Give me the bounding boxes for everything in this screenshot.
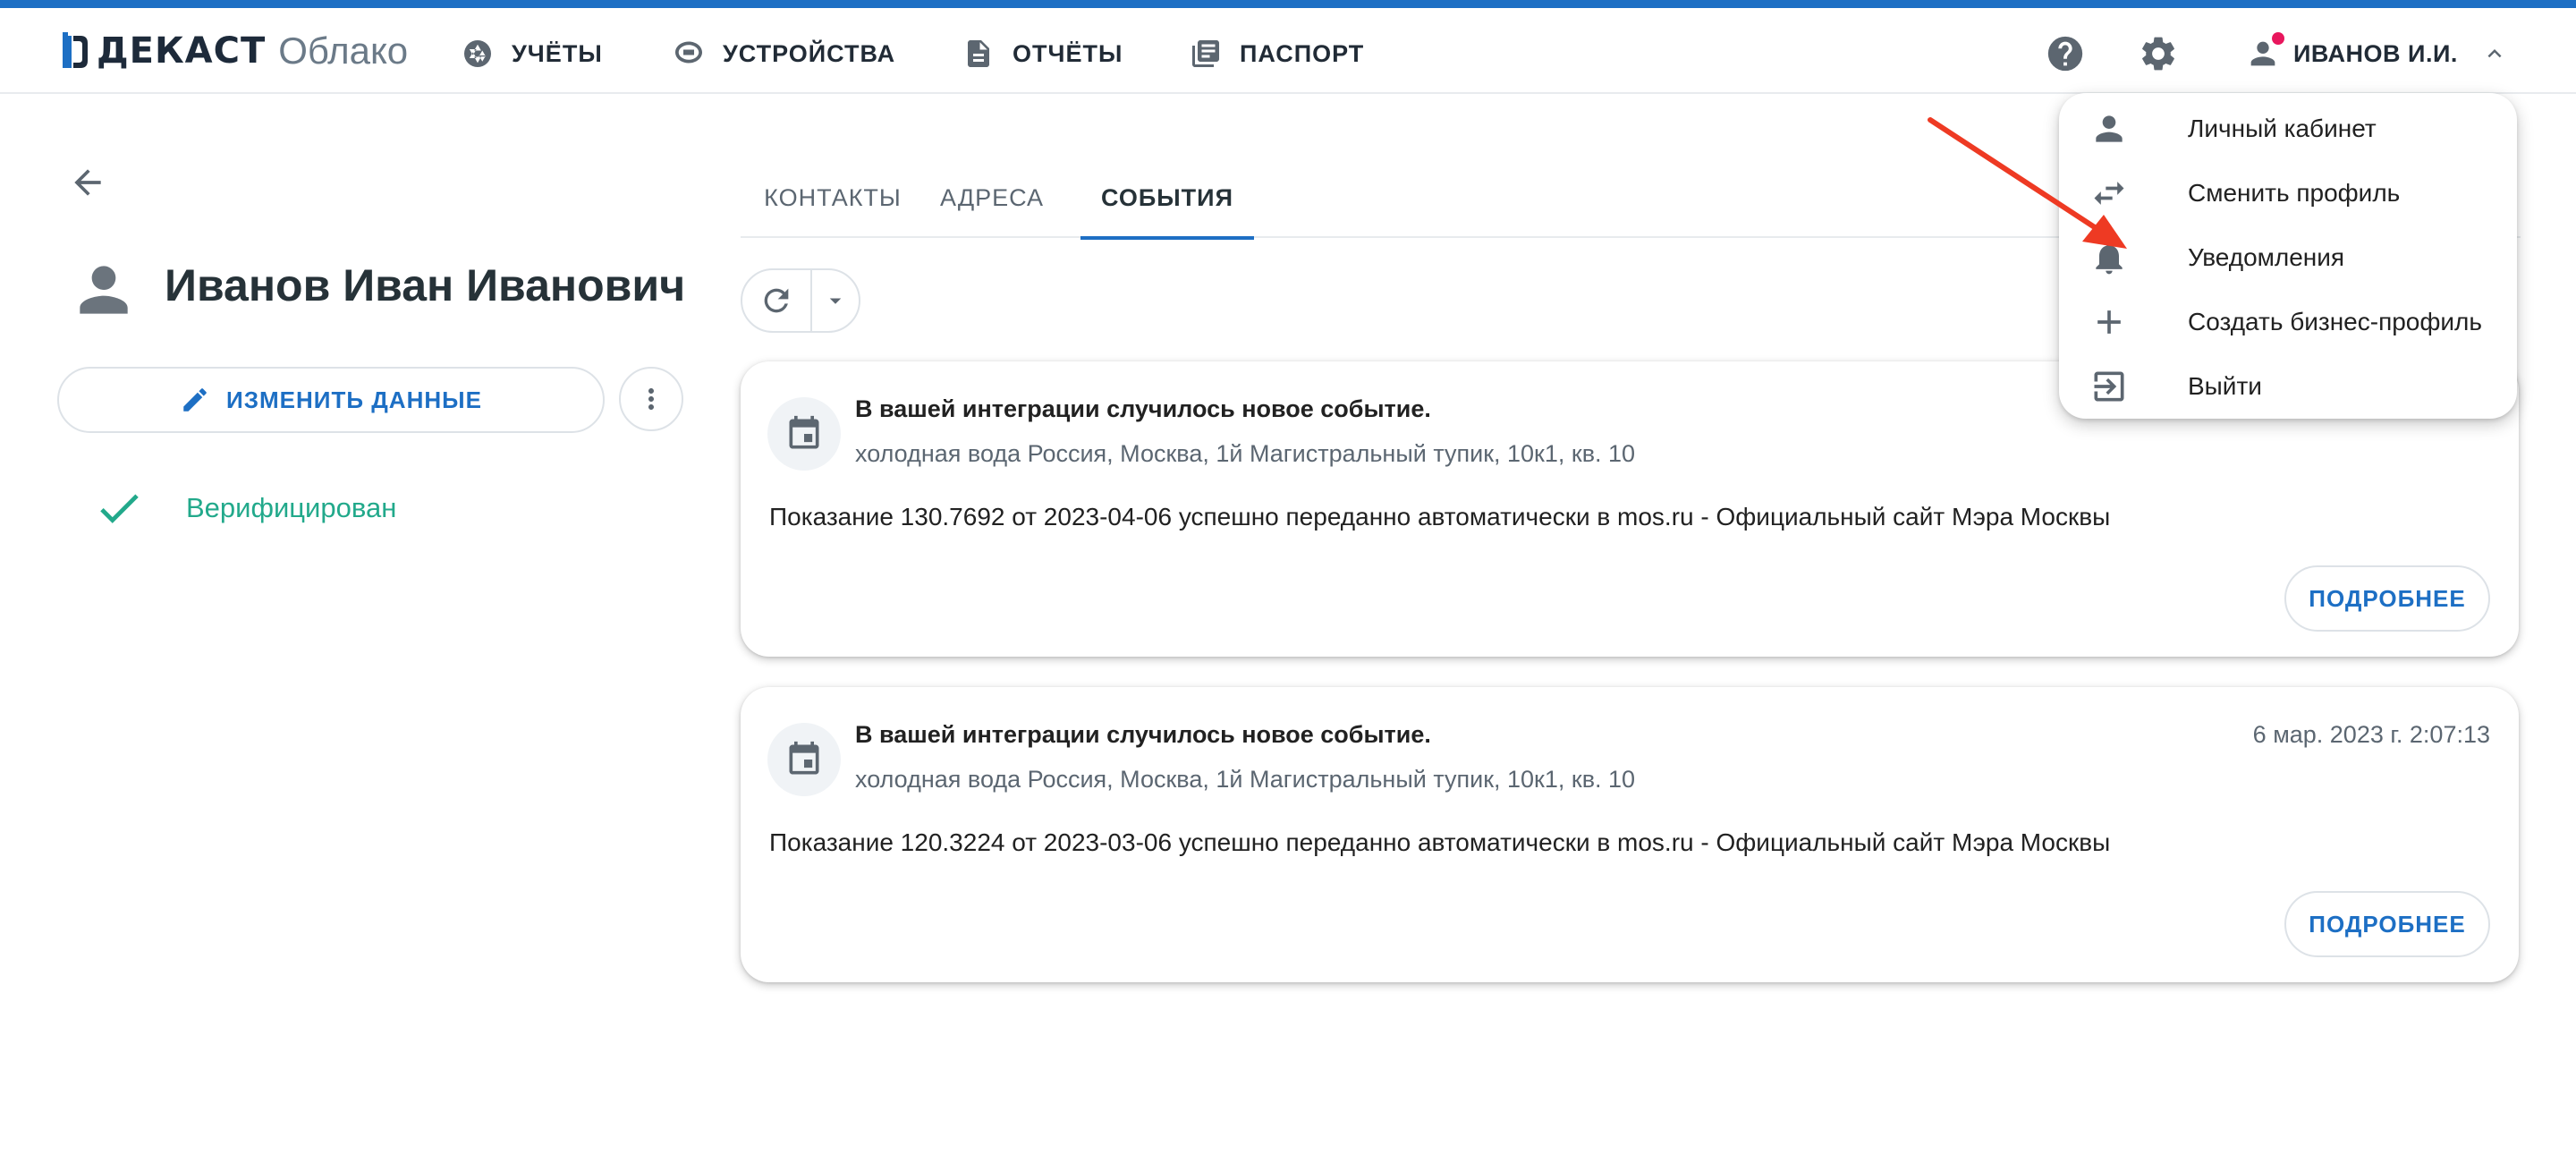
edit-profile-label: ИЗМЕНИТЬ ДАННЫЕ [226,386,482,413]
shutter-icon [464,40,491,67]
tab-label: АДРЕСА [939,183,1045,211]
refresh-icon [764,288,789,313]
edit-profile-button[interactable]: ИЗМЕНИТЬ ДАННЫЕ [57,367,605,433]
user-name: ИВАНОВ И.И. [2293,39,2458,67]
nav-label: ПАСПОРТ [1240,39,1365,67]
logo-brand: ДЕКАСТ [97,30,267,72]
tab-label: КОНТАКТЫ [764,183,902,211]
refresh-dropdown-button[interactable] [812,270,859,331]
nav-label: УСТРОЙСТВА [723,39,896,67]
notification-dot [2272,32,2284,45]
menu-item-create-business-profile[interactable]: Создать бизнес-профиль [2059,290,2517,354]
event-title: В вашей интеграции случилось новое событ… [855,721,1431,748]
event-message: Показание 130.7692 от 2023-04-06 успешно… [769,503,2111,531]
nav-label: ОТЧЁТЫ [1013,39,1123,67]
logout-icon [2094,371,2124,402]
logo-product: Облако [278,30,409,72]
refresh-split-button [741,268,860,333]
event-message: Показание 120.3224 от 2023-03-06 успешно… [769,828,2111,856]
menu-item-label: Выйти [2188,372,2262,400]
verified-status: Верифицирован [93,483,396,533]
tab-kontakty[interactable]: КОНТАКТЫ [741,157,925,238]
user-icon [2245,32,2284,72]
calendar-event-icon [789,741,819,775]
event-subtitle: холодная вода Россия, Москва, 1й Магистр… [855,766,1636,793]
menu-item-logout[interactable]: Выйти [2059,354,2517,419]
event-title: В вашей интеграции случилось новое событ… [855,395,1431,422]
library-icon [1192,40,1219,67]
nav-otchety[interactable]: ОТЧЁТЫ [962,31,1123,76]
user-menu-button[interactable]: ИВАНОВ И.И. [2245,31,2508,76]
event-date: 6 мар. 2023 г. 2:07:13 [2252,721,2490,748]
top-accent-bar [0,0,2576,8]
menu-item-label: Личный кабинет [2188,115,2377,142]
tab-label: СОБЫТИЯ [1101,183,1233,211]
annotation-arrow-icon [1928,117,2127,249]
chevron-up-icon [2487,49,2502,58]
menu-item-label: Создать бизнес-профиль [2188,308,2482,335]
details-button[interactable]: ПОДРОБНЕЕ [2284,891,2490,957]
event-icon-wrap [767,723,841,796]
pencil-icon [183,388,207,412]
caret-down-icon [829,298,842,304]
event-icon-wrap [767,397,841,471]
document-icon [968,40,989,67]
details-button[interactable]: ПОДРОБНЕЕ [2284,565,2490,632]
plus-icon [2097,310,2121,334]
logo[interactable]: ДЕКАСТ Облако [59,28,408,74]
event-subtitle: холодная вода Россия, Москва, 1й Магистр… [855,440,1636,467]
nav-ustroystva[interactable]: УСТРОЙСТВА [673,31,895,76]
help-icon[interactable] [2045,33,2086,74]
tab-adresa[interactable]: АДРЕСА [925,157,1059,238]
meter-icon [675,41,702,64]
nav-label: УЧЁТЫ [512,39,603,67]
verified-label: Верифицирован [186,492,397,523]
menu-item-label: Сменить профиль [2188,179,2401,207]
gear-icon[interactable] [2138,33,2179,74]
nav-pasport[interactable]: ПАСПОРТ [1190,31,1364,76]
menu-item-label: Уведомления [2188,243,2345,271]
check-icon [100,494,139,523]
refresh-button[interactable] [742,270,812,331]
tab-sobytiya[interactable]: СОБЫТИЯ [1080,157,1254,240]
app-header: ДЕКАСТ Облако УЧЁТЫ УСТРОЙСТВА ОТЧЁТЫ ПА… [0,8,2576,94]
more-options-button[interactable] [619,367,683,431]
logo-mark-icon [63,32,88,68]
calendar-event-icon [789,415,819,449]
back-arrow-icon[interactable] [68,163,107,202]
more-vert-icon [648,388,654,410]
event-card: В вашей интеграции случилось новое событ… [741,687,2519,982]
profile-name: Иванов Иван Иванович [165,260,686,310]
nav-uchety[interactable]: УЧЁТЫ [462,31,603,76]
profile-avatar-icon [80,266,128,314]
